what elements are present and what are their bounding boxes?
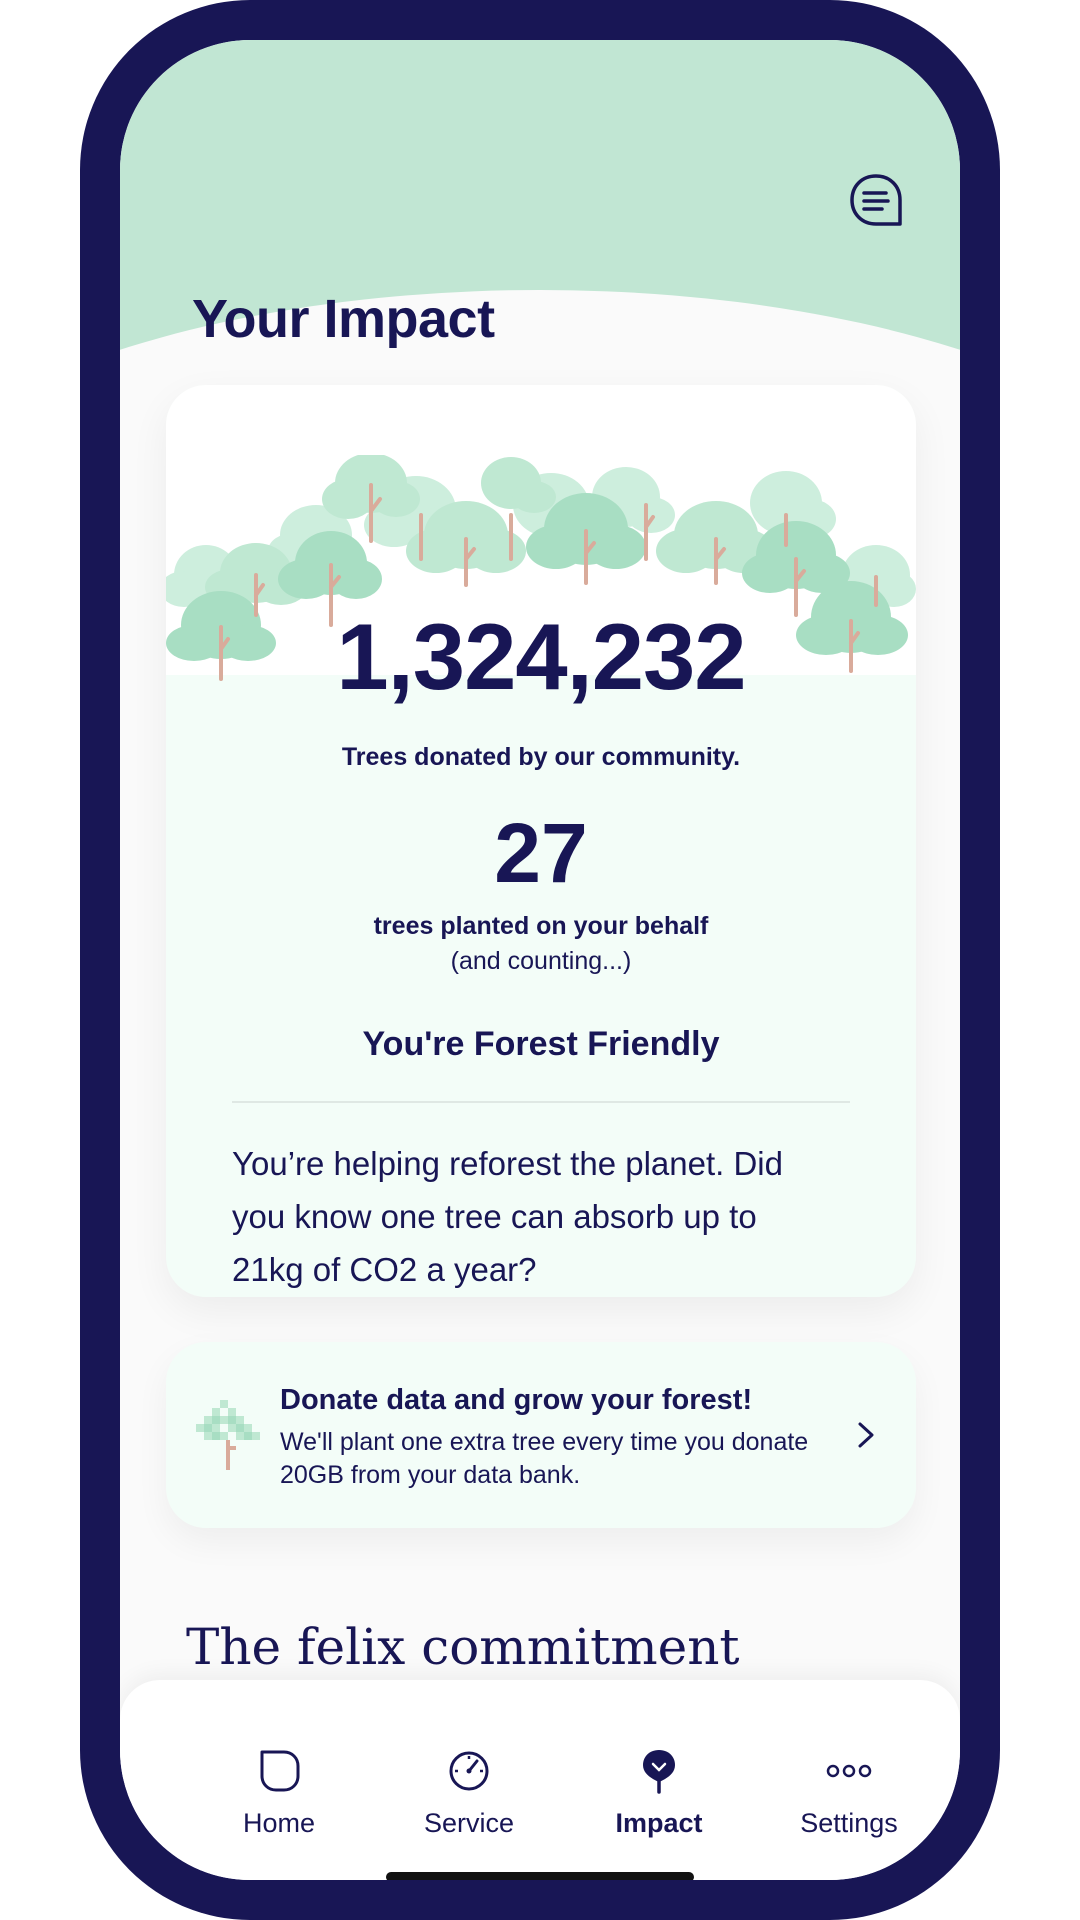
donate-title: Donate data and grow your forest! (280, 1384, 753, 1416)
donate-description: We'll plant one extra tree every time yo… (280, 1428, 809, 1489)
donate-data-card[interactable]: Donate data and grow your forest! We'll … (166, 1342, 916, 1528)
tab-home[interactable]: Home (184, 1680, 374, 1838)
chevron-right-icon[interactable] (854, 1420, 878, 1450)
impact-card: 1,324,232 Trees donated by our community… (166, 385, 916, 1297)
leaf-icon (260, 1750, 300, 1792)
user-tree-subcaption: (and counting...) (450, 947, 632, 975)
tab-impact[interactable]: Impact (564, 1680, 754, 1838)
tab-impact-label: Impact (615, 1808, 703, 1838)
app-screen: Your Impact 1,324,232 Trees donated by o… (120, 40, 960, 1880)
divider (232, 1101, 850, 1103)
dots-icon (826, 1764, 872, 1778)
tab-home-label: Home (242, 1808, 316, 1838)
home-indicator[interactable] (386, 1872, 694, 1880)
tab-settings-label: Settings (800, 1808, 898, 1838)
community-tree-count: 1,324,232 (336, 604, 746, 709)
gauge-icon (449, 1751, 489, 1791)
status-title: You're Forest Friendly (362, 1025, 720, 1063)
tree-pin-icon (643, 1750, 675, 1794)
tab-service[interactable]: Service (374, 1680, 564, 1838)
user-tree-caption: trees planted on your behalf (373, 912, 709, 940)
user-tree-count: 27 (494, 806, 588, 900)
impact-description: You’re helping reforest the planet. Did … (232, 1145, 783, 1288)
tab-service-label: Service (423, 1808, 515, 1838)
page-title: Your Impact (192, 289, 495, 349)
chat-lines-icon[interactable] (848, 172, 904, 228)
section-title: The felix commitment (186, 1618, 740, 1676)
tab-settings[interactable]: Settings (754, 1680, 944, 1838)
pixel-tree-icon (196, 1400, 260, 1470)
community-tree-caption: Trees donated by our community. (341, 743, 741, 771)
tab-bar: Home Service Impact Settings (120, 1680, 960, 1880)
